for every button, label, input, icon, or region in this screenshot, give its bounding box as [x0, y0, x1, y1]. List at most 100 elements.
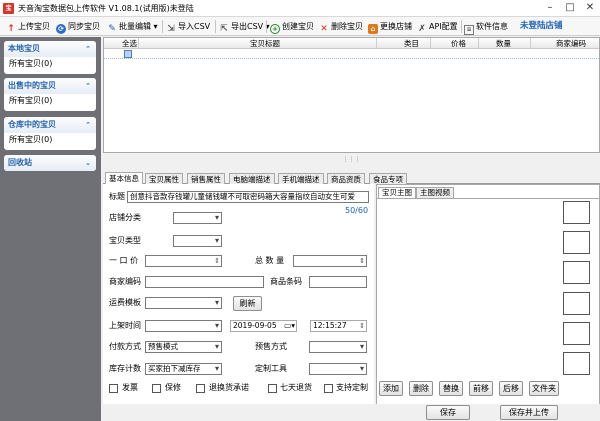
image-slot[interactable]	[563, 231, 590, 254]
sidebar-panel-on-sale: 出售中的宝贝 ⌃ 所有宝贝(0)	[4, 78, 96, 111]
chevron-up-icon[interactable]: ⌃	[85, 78, 91, 94]
minimize-icon[interactable]: –	[540, 0, 560, 16]
shipping-template-select[interactable]	[145, 297, 222, 309]
sidebar: 本地宝贝 ⌃ 所有宝贝(0) 出售中的宝贝 ⌃ 所有宝贝(0) 仓库中的宝贝 ⌃ 所有…	[0, 37, 101, 421]
delete-button[interactable]: ✕ 删除宝贝	[319, 20, 363, 34]
tab-qualifications[interactable]: 商品资质	[327, 173, 365, 184]
list-time-select[interactable]	[145, 320, 222, 332]
product-type-select[interactable]	[173, 235, 222, 247]
presale-method-select[interactable]	[309, 341, 367, 353]
import-csv-button[interactable]: ⇲ 导入CSV	[166, 20, 210, 34]
customization-checkbox[interactable]	[324, 384, 333, 393]
folder-button[interactable]: 文件夹	[529, 381, 559, 396]
toolbar-divider	[215, 20, 216, 33]
row-checkbox[interactable]	[124, 50, 132, 58]
tab-pc-description[interactable]: 电脑端描述	[229, 173, 275, 184]
column-price[interactable]: 价格	[451, 38, 466, 49]
stock-count-label: 库存计数	[109, 364, 141, 373]
seven-day-return-checkbox[interactable]	[268, 384, 277, 393]
login-status-link[interactable]: 未登陆店铺	[520, 20, 563, 33]
total-quantity-input[interactable]	[293, 255, 367, 267]
import-icon: ⇲	[167, 24, 175, 34]
close-icon[interactable]: ✕	[580, 0, 600, 16]
title-label: 标题	[109, 192, 125, 201]
warranty-checkbox[interactable]	[152, 384, 161, 393]
maximize-icon[interactable]: □	[560, 0, 580, 16]
tab-sales-attributes[interactable]: 销售属性	[187, 173, 225, 184]
tab-main-video[interactable]: 主图视频	[416, 187, 454, 198]
delete-image-button[interactable]: 删除	[409, 381, 433, 396]
create-button[interactable]: + 创建宝贝	[270, 20, 314, 34]
image-slot[interactable]	[563, 261, 590, 284]
title-char-count: 50/60	[345, 206, 369, 215]
tab-mobile-description[interactable]: 手机端描述	[278, 173, 324, 184]
sidebar-panel-header[interactable]: 仓库中的宝贝 ⌃	[4, 117, 96, 133]
detail-tabs: 基本信息 宝贝属性 销售属性 电脑端描述 手机端描述 商品资质 食品专项	[103, 172, 600, 185]
move-back-button[interactable]: 后移	[499, 381, 523, 396]
export-csv-button[interactable]: ⇱ 导出CSV ▾	[219, 20, 269, 34]
column-quantity[interactable]: 数量	[496, 38, 511, 49]
move-forward-button[interactable]: 前移	[469, 381, 493, 396]
api-config-button[interactable]: ✗ API配置	[417, 20, 457, 34]
pay-method-select[interactable]: 预售模式	[145, 341, 222, 353]
tab-divider	[377, 198, 599, 199]
title-input[interactable]: 创意抖音款存钱罐儿童储钱罐不可取密码箱大容量指纹自动女生可爱	[127, 191, 369, 203]
merchant-code-input[interactable]	[145, 276, 264, 288]
image-slot[interactable]	[563, 322, 590, 345]
tab-product-attributes[interactable]: 宝贝属性	[145, 173, 183, 184]
image-slot[interactable]	[563, 292, 590, 315]
column-select-all[interactable]: 全选	[122, 38, 137, 49]
delete-icon: ✕	[320, 24, 328, 34]
save-button[interactable]: 保存	[426, 405, 470, 420]
stock-count-select[interactable]: 买家拍下减库存	[145, 363, 222, 375]
column-category[interactable]: 类目	[404, 38, 419, 49]
calendar-icon[interactable]: ▭▾	[284, 321, 295, 331]
chevron-up-icon[interactable]: ⌃	[85, 41, 91, 57]
image-slot[interactable]	[563, 201, 590, 224]
shop-category-select[interactable]	[173, 212, 222, 224]
batch-edit-button[interactable]: ✎ 批量编辑 ▾	[107, 20, 157, 34]
table-row[interactable]	[104, 49, 599, 59]
shipping-template-label: 运费模板	[109, 298, 141, 307]
upload-button[interactable]: ↑ 上传宝贝	[6, 20, 50, 34]
tab-food[interactable]: 食品专项	[369, 173, 407, 184]
sidebar-panel-local: 本地宝贝 ⌃ 所有宝贝(0)	[4, 41, 96, 74]
chevron-up-icon[interactable]: ⌃	[85, 117, 91, 133]
add-image-button[interactable]: 添加	[379, 381, 403, 396]
refresh-button[interactable]: 刷新	[233, 296, 262, 311]
export-icon: ⇱	[220, 24, 228, 34]
column-divider	[138, 38, 139, 49]
list-time-input[interactable]: 12:15:27	[310, 320, 367, 332]
window-title: 天音淘宝数据包上传软件 V1.08.1(试用版)未登陆	[18, 4, 194, 13]
presale-method-label: 预售方式	[255, 342, 287, 351]
custom-tool-select[interactable]	[309, 363, 367, 375]
software-info-button[interactable]: ≡ 软件信息	[464, 20, 508, 35]
sidebar-item-all-local[interactable]: 所有宝贝(0)	[4, 57, 96, 70]
total-quantity-label: 总 数 量	[255, 256, 285, 265]
column-merchant-code[interactable]: 商家编码	[556, 38, 586, 49]
column-title[interactable]: 宝贝标题	[250, 38, 280, 49]
splitter-handle[interactable]: ⋮⋮⋮	[103, 156, 600, 163]
return-promise-checkbox[interactable]	[196, 384, 205, 393]
sync-button[interactable]: ⟳ 同步宝贝	[56, 20, 100, 34]
list-date-picker[interactable]: 2019-09-05 ▭▾	[230, 320, 297, 332]
merchant-code-label: 商家编码	[109, 277, 141, 286]
sidebar-panel-header[interactable]: 出售中的宝贝 ⌃	[4, 78, 96, 94]
seven-day-return-label: 七天退货	[280, 383, 312, 392]
image-slot[interactable]	[563, 352, 590, 375]
replace-image-button[interactable]: 替换	[439, 381, 463, 396]
chevron-down-icon[interactable]: ⌄	[85, 155, 91, 171]
switch-shop-button[interactable]: ⌂ 更换店铺	[368, 20, 412, 34]
invoice-checkbox[interactable]	[109, 384, 118, 393]
save-and-upload-button[interactable]: 保存并上传	[500, 405, 558, 420]
plus-icon: +	[270, 24, 280, 34]
tab-main-images[interactable]: 宝贝主图	[378, 187, 416, 198]
sidebar-panel-header[interactable]: 回收站 ⌄	[4, 155, 96, 171]
price-input[interactable]	[145, 255, 222, 267]
column-divider	[478, 38, 479, 49]
barcode-input[interactable]	[309, 276, 367, 288]
sidebar-item-all-on-sale[interactable]: 所有宝贝(0)	[4, 94, 96, 107]
app-icon: 宝	[3, 3, 14, 14]
sidebar-item-all-warehouse[interactable]: 所有宝贝(0)	[4, 133, 96, 146]
sidebar-panel-header[interactable]: 本地宝贝 ⌃	[4, 41, 96, 57]
